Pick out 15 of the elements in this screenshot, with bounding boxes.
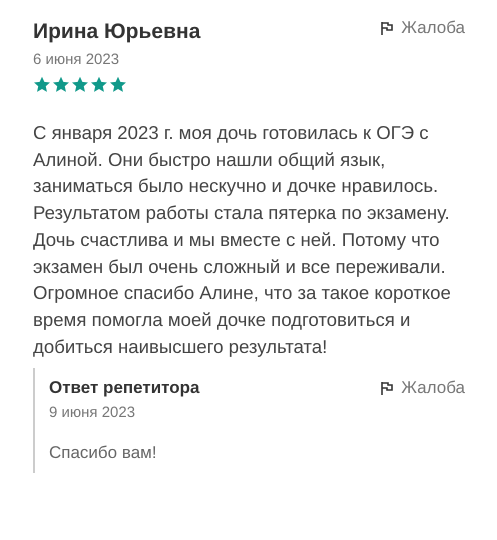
star-icon [90, 76, 108, 93]
star-icon [52, 76, 70, 93]
review-text: С января 2023 г. моя дочь готовилась к ОГЭ с Алиной. Они быстро нашли общий язык, заниматься было нескучно и дочке нравилось. Результатом работы стала пятерка по экзамену. Дочь счастлива и мы вместе с ней. Потому что экзамен был очень сложный и все переживали. Огромное спасибо Алине, что за такое короткое время помогла моей дочке подготовиться и добиться наивысшего результата! [33, 121, 452, 359]
review-date: 6 июня 2023 [33, 51, 120, 68]
star-icon [33, 76, 51, 93]
flag-icon [380, 20, 394, 36]
reply-title: Ответ репетитора [49, 378, 200, 398]
reply-text: Спасибо вам! [49, 443, 158, 464]
flag-icon [380, 380, 394, 396]
complaint-link[interactable]: Жалоба [380, 18, 465, 38]
reply-date: 9 июня 2023 [49, 404, 136, 422]
star-icon [71, 76, 89, 93]
complaint-link[interactable]: Жалоба [380, 378, 465, 398]
star-icon [109, 76, 127, 93]
author-name: Ирина Юрьевна [33, 20, 200, 44]
